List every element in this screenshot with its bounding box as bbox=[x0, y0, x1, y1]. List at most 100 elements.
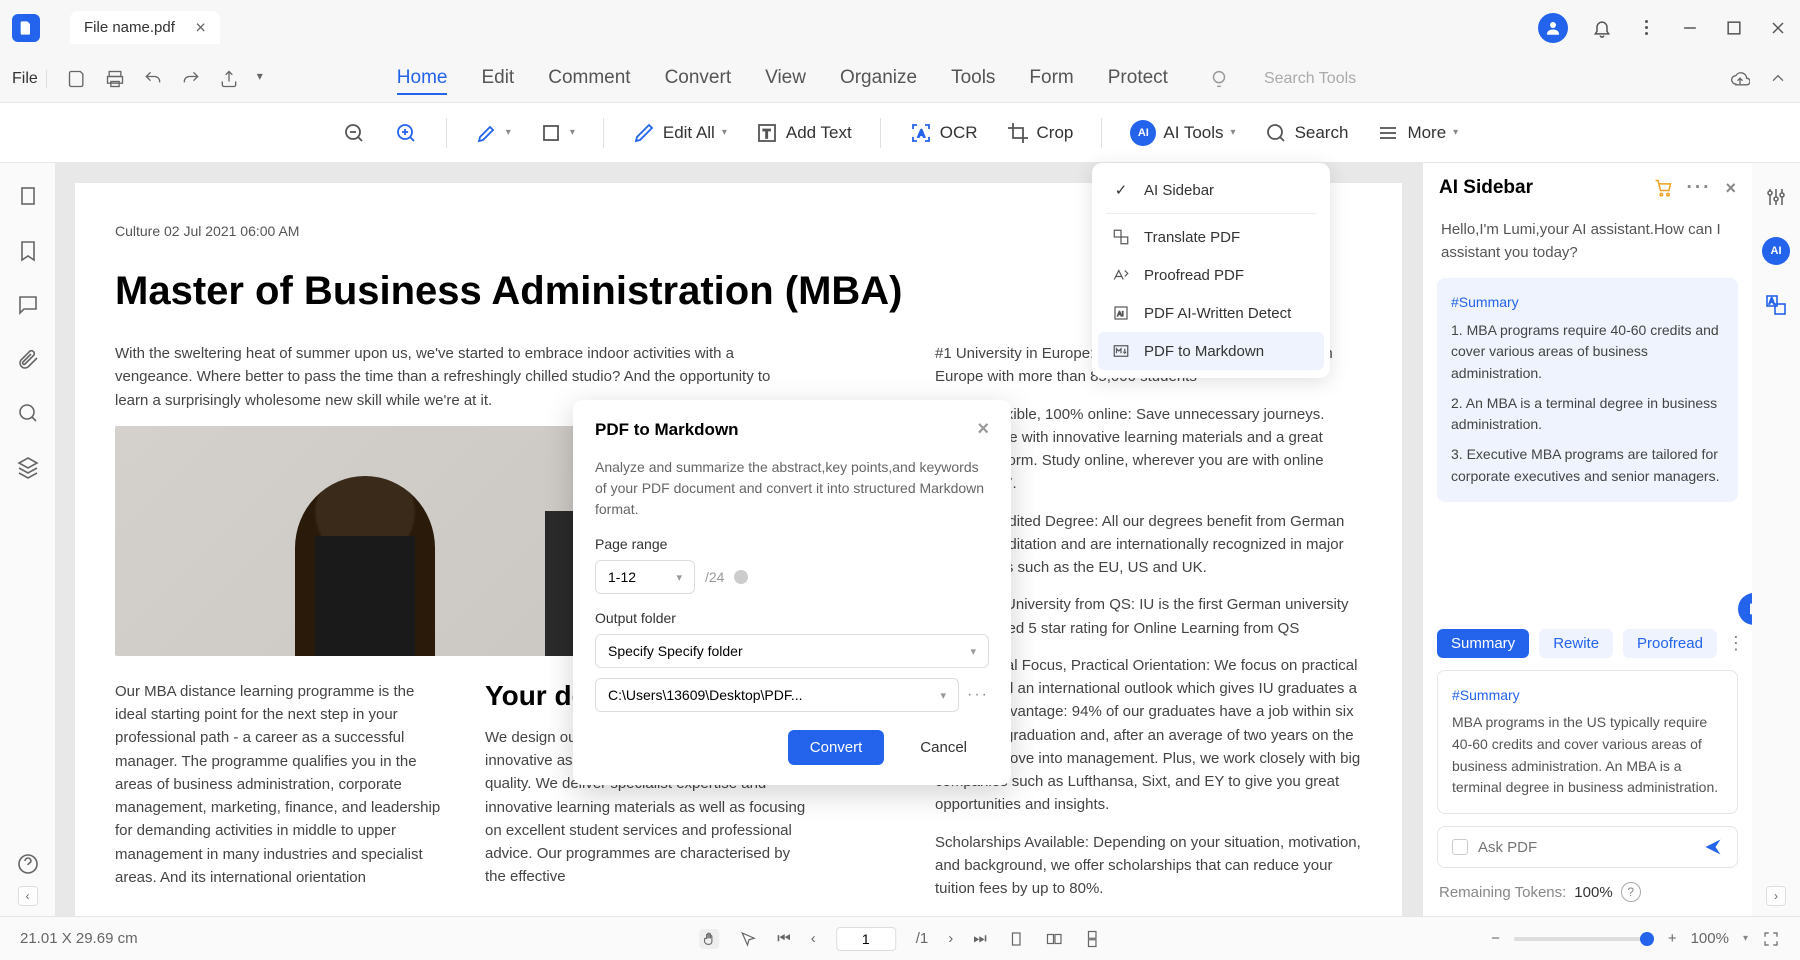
attachment-icon[interactable] bbox=[16, 347, 40, 371]
output-folder-select[interactable]: Specify Specify folder▾ bbox=[595, 634, 989, 668]
ai-rail-icon[interactable]: AI bbox=[1762, 237, 1790, 265]
cloud-upload-icon[interactable] bbox=[1730, 69, 1750, 89]
right-rail-collapse-icon[interactable]: › bbox=[1766, 886, 1786, 906]
translate-icon[interactable]: A bbox=[1764, 293, 1788, 317]
cart-icon[interactable] bbox=[1653, 178, 1673, 198]
minimize-icon[interactable] bbox=[1680, 18, 1700, 38]
single-page-icon[interactable] bbox=[1007, 930, 1025, 948]
modal-description: Analyze and summarize the abstract,key p… bbox=[595, 457, 989, 520]
cancel-button[interactable]: Cancel bbox=[898, 730, 989, 765]
highlighter-button[interactable]: ▾ bbox=[475, 121, 511, 145]
continuous-icon[interactable] bbox=[1083, 930, 1101, 948]
search-tools-input[interactable]: Search Tools bbox=[1264, 70, 1356, 88]
chip-summary[interactable]: Summary bbox=[1437, 629, 1529, 658]
tab-protect[interactable]: Protect bbox=[1108, 63, 1168, 95]
first-page-icon[interactable]: ⏮ bbox=[777, 930, 791, 947]
close-window-icon[interactable] bbox=[1768, 18, 1788, 38]
collapse-ribbon-icon[interactable] bbox=[1768, 69, 1788, 89]
tab-comment[interactable]: Comment bbox=[548, 63, 630, 95]
comment-icon[interactable] bbox=[16, 293, 40, 317]
undo-icon[interactable] bbox=[143, 69, 163, 89]
bell-icon[interactable] bbox=[1592, 18, 1612, 38]
ai-tools-button[interactable]: AIAI Tools▾ bbox=[1130, 120, 1235, 146]
page-number-input[interactable] bbox=[836, 927, 896, 951]
ask-pdf-input[interactable] bbox=[1478, 839, 1693, 856]
page-range-select[interactable]: 1-12▾ bbox=[595, 560, 695, 594]
dd-pdf-markdown[interactable]: PDF to Markdown bbox=[1098, 332, 1324, 370]
tab-form[interactable]: Form bbox=[1029, 63, 1073, 95]
chip-proofread[interactable]: Proofread bbox=[1623, 629, 1717, 658]
left-rail-collapse-icon[interactable]: ‹ bbox=[18, 886, 38, 906]
tab-home[interactable]: Home bbox=[397, 63, 448, 95]
convert-button[interactable]: Convert bbox=[788, 730, 885, 765]
tab-edit[interactable]: Edit bbox=[481, 63, 514, 95]
sidebar-menu-icon[interactable]: ··· bbox=[1687, 177, 1712, 199]
last-page-icon[interactable]: ⏭ bbox=[973, 930, 987, 947]
main-tabs: Home Edit Comment Convert View Organize … bbox=[397, 63, 1168, 95]
dd-translate[interactable]: Translate PDF bbox=[1092, 218, 1330, 256]
dd-ai-sidebar[interactable]: ✓AI Sidebar bbox=[1092, 171, 1330, 209]
edit-all-button[interactable]: Edit All▾ bbox=[632, 121, 727, 145]
select-tool-icon[interactable] bbox=[739, 930, 757, 948]
tab-tools[interactable]: Tools bbox=[951, 63, 995, 95]
two-page-icon[interactable] bbox=[1045, 930, 1063, 948]
hand-tool-icon[interactable] bbox=[699, 929, 719, 949]
dd-ai-detect[interactable]: AIPDF AI-Written Detect bbox=[1092, 294, 1330, 332]
zoom-slider[interactable] bbox=[1514, 937, 1654, 941]
ocr-button[interactable]: AOCR bbox=[909, 121, 978, 145]
modal-close-icon[interactable]: × bbox=[977, 418, 989, 441]
zoom-out-icon[interactable]: − bbox=[1491, 930, 1500, 947]
app-logo-icon[interactable] bbox=[12, 14, 40, 42]
browse-button[interactable]: ··· bbox=[967, 686, 989, 704]
file-menu[interactable]: File bbox=[12, 70, 47, 88]
check-icon: ✓ bbox=[1112, 181, 1130, 199]
kebab-menu-icon[interactable] bbox=[1636, 18, 1656, 38]
file-tab[interactable]: File name.pdf × bbox=[70, 11, 220, 44]
zoom-dropdown-icon[interactable]: ▾ bbox=[1743, 933, 1748, 944]
shape-button[interactable]: ▾ bbox=[539, 121, 575, 145]
redo-icon[interactable] bbox=[181, 69, 201, 89]
search-panel-icon[interactable] bbox=[16, 401, 40, 425]
titlebar: File name.pdf × bbox=[0, 0, 1800, 55]
dd-proofread[interactable]: Proofread PDF bbox=[1092, 256, 1330, 294]
layers-icon[interactable] bbox=[16, 455, 40, 479]
tab-convert[interactable]: Convert bbox=[665, 63, 732, 95]
zoom-value: 100% bbox=[1691, 930, 1729, 947]
thumbnails-icon[interactable] bbox=[16, 185, 40, 209]
save-icon[interactable] bbox=[67, 69, 87, 89]
more-button[interactable]: More▾ bbox=[1376, 121, 1458, 145]
chip-more-icon[interactable]: ⋮ bbox=[1727, 633, 1745, 654]
properties-icon[interactable] bbox=[1764, 185, 1788, 209]
search-button[interactable]: Search bbox=[1264, 121, 1349, 145]
output-path-field[interactable]: C:\Users\13609\Desktop\PDF...▾ bbox=[595, 678, 959, 712]
zoom-in-button[interactable] bbox=[394, 121, 418, 145]
share-icon[interactable] bbox=[219, 69, 239, 89]
help-icon[interactable] bbox=[16, 852, 40, 876]
add-text-button[interactable]: TAdd Text bbox=[755, 121, 852, 145]
crop-button[interactable]: Crop bbox=[1006, 121, 1074, 145]
sidebar-close-icon[interactable]: × bbox=[1725, 178, 1736, 199]
ai-badge-icon: AI bbox=[1130, 120, 1156, 146]
zoom-in-icon[interactable]: + bbox=[1668, 930, 1677, 947]
account-avatar-icon[interactable] bbox=[1538, 13, 1568, 43]
summary2-text: MBA programs in the US typically require… bbox=[1452, 712, 1723, 799]
tab-organize[interactable]: Organize bbox=[840, 63, 917, 95]
chip-rewrite[interactable]: Rewite bbox=[1539, 629, 1613, 658]
next-page-icon[interactable]: › bbox=[948, 930, 953, 947]
ai-greeting: Hello,I'm Lumi,your AI assistant.How can… bbox=[1423, 213, 1752, 278]
tab-view[interactable]: View bbox=[765, 63, 806, 95]
print-icon[interactable] bbox=[105, 69, 125, 89]
ask-checkbox[interactable] bbox=[1452, 839, 1468, 855]
bookmark-icon[interactable] bbox=[16, 239, 40, 263]
lightbulb-icon[interactable] bbox=[1208, 68, 1230, 90]
send-icon[interactable] bbox=[1703, 837, 1723, 857]
zoom-out-button[interactable] bbox=[342, 121, 366, 145]
fullscreen-icon[interactable] bbox=[1762, 930, 1780, 948]
quick-dropdown-icon[interactable]: ▾ bbox=[257, 69, 277, 89]
summary-item-2: 3. Executive MBA programs are tailored f… bbox=[1451, 444, 1724, 487]
proofread-dd-icon bbox=[1112, 266, 1130, 284]
close-tab-icon[interactable]: × bbox=[195, 17, 206, 38]
maximize-icon[interactable] bbox=[1724, 18, 1744, 38]
prev-page-icon[interactable]: ‹ bbox=[811, 930, 816, 947]
tokens-help-icon[interactable]: ? bbox=[1621, 882, 1641, 902]
